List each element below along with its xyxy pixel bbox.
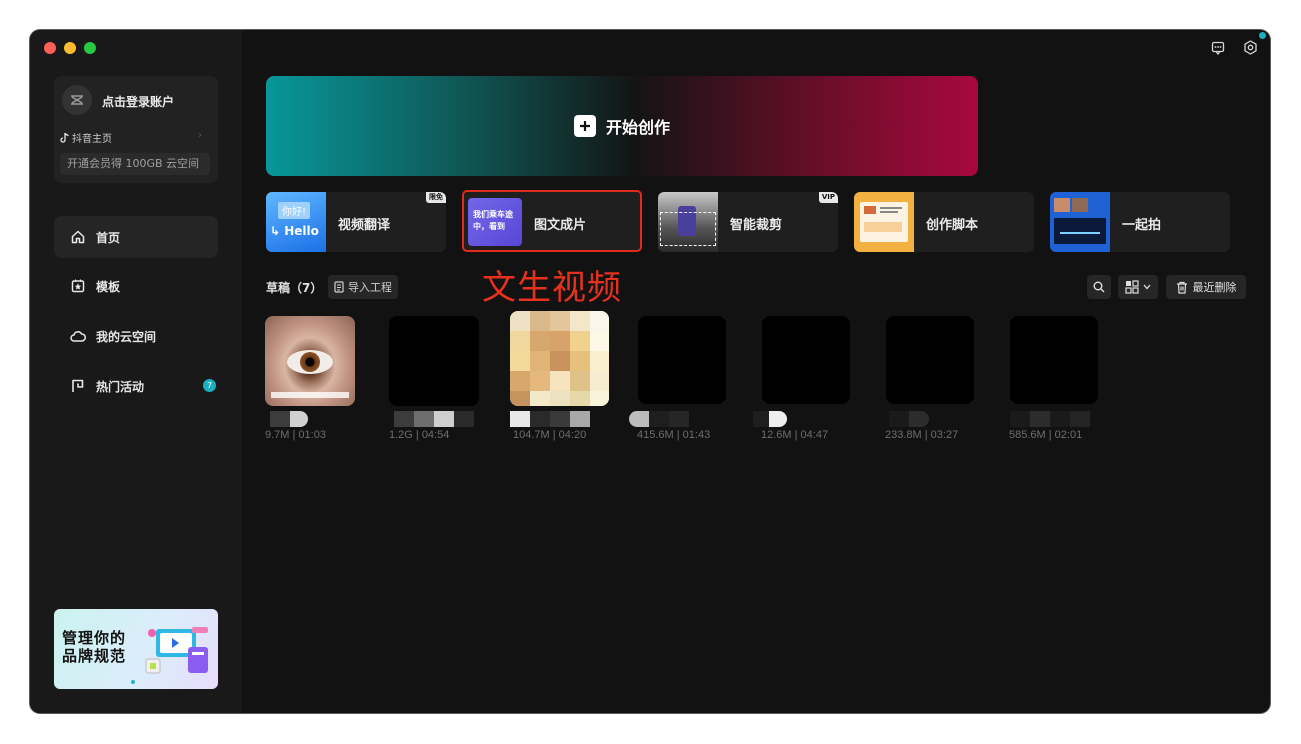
recently-deleted-button[interactable]: 最近删除 xyxy=(1166,275,1246,299)
vip-upgrade-banner[interactable]: 开通会员得 100GB 云空间 xyxy=(60,153,210,175)
minimize-window-button[interactable] xyxy=(64,42,76,54)
draft-thumbnail xyxy=(510,311,609,406)
draft-thumbnail xyxy=(265,316,355,406)
draft-meta: 104.7M | 04:20 xyxy=(513,429,587,441)
chevron-down-icon xyxy=(1143,284,1151,290)
trash-icon xyxy=(1176,281,1187,294)
tool-label: 创作脚本 xyxy=(926,218,979,233)
video-translate-thumbnail: 你好! ↳ Hello xyxy=(266,192,326,252)
sidebar-item-label: 我的云空间 xyxy=(96,329,157,344)
search-icon xyxy=(1093,281,1105,293)
account-card: 点击登录账户 抖音主页 › 开通会员得 100GB 云空间 xyxy=(54,76,218,183)
start-creating-label: 开始创作 xyxy=(605,118,670,137)
close-window-button[interactable] xyxy=(44,42,56,54)
douyin-label: 抖音主页 xyxy=(72,134,112,145)
script-thumbnail xyxy=(854,192,914,252)
draft-thumbnail xyxy=(389,316,479,406)
view-mode-button[interactable] xyxy=(1118,275,1158,299)
draft-thumbnail xyxy=(886,316,974,404)
draft-meta: 585.6M | 02:01 xyxy=(1009,429,1083,441)
draft-meta: 9.7M | 01:03 xyxy=(265,429,326,441)
draft-name-redacted xyxy=(394,411,474,427)
template-icon xyxy=(70,278,86,294)
app-window: 点击登录账户 抖音主页 › 开通会员得 100GB 云空间 首页 模板 我的云空… xyxy=(30,30,1270,713)
draft-meta: 415.6M | 01:43 xyxy=(637,429,711,441)
sidebar-item-templates[interactable]: 模板 xyxy=(54,265,218,307)
tool-video-translate[interactable]: 你好! ↳ Hello 视频翻译 限免 xyxy=(266,192,446,252)
import-project-button[interactable]: 导入工程 xyxy=(328,275,398,299)
tool-label: 一起拍 xyxy=(1122,218,1162,233)
draft-thumbnail xyxy=(1010,316,1098,404)
promo-illustration-icon xyxy=(145,627,208,674)
sidebar-item-label: 模板 xyxy=(96,279,121,294)
settings-icon[interactable] xyxy=(1243,40,1258,59)
tool-smart-crop[interactable]: 智能裁剪 VIP xyxy=(658,192,838,252)
sidebar-item-label: 热门活动 xyxy=(96,379,145,394)
tool-script[interactable]: 创作脚本 xyxy=(854,192,1034,252)
drafts-title: 草稿（7） xyxy=(266,281,323,295)
import-project-label: 导入工程 xyxy=(348,281,392,294)
notification-badge: 7 xyxy=(203,379,216,392)
draft-meta: 1.2G | 04:54 xyxy=(389,429,450,441)
vip-badge: VIP xyxy=(818,192,838,203)
sidebar-item-cloud[interactable]: 我的云空间 xyxy=(54,315,218,357)
sidebar-item-events[interactable]: 热门活动 7 xyxy=(54,365,218,407)
search-button[interactable] xyxy=(1087,275,1111,299)
brand-promo-banner[interactable]: 管理你的 品牌规范 xyxy=(54,609,218,689)
document-icon xyxy=(334,281,344,293)
start-creating-button[interactable]: 开始创作 xyxy=(266,76,978,176)
tool-shoot-together[interactable]: 一起拍 xyxy=(1050,192,1230,252)
draft-meta: 233.8M | 03:27 xyxy=(885,429,959,441)
grid-view-icon xyxy=(1125,280,1139,294)
douyin-icon xyxy=(60,132,69,143)
recently-deleted-label: 最近删除 xyxy=(1192,281,1237,294)
draft-name-redacted xyxy=(1010,411,1090,427)
flag-icon xyxy=(70,378,86,394)
draft-meta: 12.6M | 04:47 xyxy=(761,429,829,441)
feedback-icon[interactable] xyxy=(1211,40,1225,59)
thumb-text-cn: 你好! xyxy=(278,202,311,219)
tool-label: 视频翻译 xyxy=(338,218,391,233)
highlight-box xyxy=(462,190,642,252)
douyin-home-link[interactable]: 抖音主页 xyxy=(60,130,112,145)
free-badge: 限免 xyxy=(426,192,446,203)
sidebar-item-home[interactable]: 首页 xyxy=(54,216,218,258)
maximize-window-button[interactable] xyxy=(84,42,96,54)
chevron-right-icon: › xyxy=(198,130,202,141)
capcut-logo-icon xyxy=(71,95,83,105)
home-icon xyxy=(70,229,86,245)
shoot-together-thumbnail xyxy=(1050,192,1110,252)
window-toolbar xyxy=(1211,40,1258,59)
promo-line-2: 品牌规范 xyxy=(62,647,127,665)
avatar[interactable] xyxy=(62,85,92,115)
draft-name-redacted xyxy=(270,411,308,427)
annotation-text: 文生视频 xyxy=(482,268,622,308)
tool-label: 智能裁剪 xyxy=(730,218,783,233)
thumb-text-en: ↳ Hello xyxy=(270,224,319,238)
draft-thumbnail xyxy=(762,316,850,404)
draft-name-redacted xyxy=(629,411,689,427)
carousel-indicator[interactable] xyxy=(131,680,135,684)
draft-name-redacted xyxy=(889,411,929,427)
smart-crop-thumbnail xyxy=(658,192,718,252)
sidebar: 点击登录账户 抖音主页 › 开通会员得 100GB 云空间 首页 模板 我的云空… xyxy=(30,30,242,713)
draft-name-redacted xyxy=(753,411,787,427)
cloud-icon xyxy=(70,328,86,344)
plus-icon xyxy=(573,115,596,137)
draft-name-redacted xyxy=(510,411,590,427)
sidebar-item-label: 首页 xyxy=(96,230,121,245)
notification-dot xyxy=(1259,32,1266,39)
draft-thumbnail xyxy=(638,316,726,404)
login-link[interactable]: 点击登录账户 xyxy=(102,93,174,110)
